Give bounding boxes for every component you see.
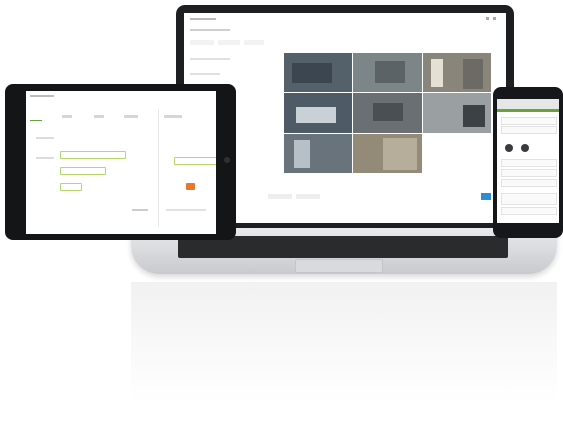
footer-button[interactable] [296,194,320,199]
filter-field[interactable] [190,40,214,45]
laptop-trackpad [295,259,383,273]
phone-avatar-icon[interactable] [521,144,529,152]
tablet-tab[interactable] [62,115,72,118]
laptop-reflection [131,282,557,402]
tablet-tab[interactable] [94,115,104,118]
tablet-footer-line [166,209,206,211]
app-title-line [190,18,216,20]
primary-button[interactable] [481,193,491,200]
tablet-tab[interactable] [124,115,138,118]
phone-header [497,99,559,109]
camera-feed-4[interactable] [284,93,353,133]
form-input[interactable] [60,183,82,191]
form-input[interactable] [174,157,216,165]
action-button[interactable] [186,183,195,190]
window-close-icon[interactable] [493,17,496,20]
phone-list-item[interactable] [501,159,557,167]
phone-avatar-icon[interactable] [505,144,513,152]
phone-list-item[interactable] [501,126,557,134]
camera-feed-3[interactable] [422,53,491,93]
phone-list-item[interactable] [501,117,557,125]
camera-grid [284,53,491,173]
camera-feed-9[interactable] [422,133,491,173]
phone-accent-bar [497,109,559,112]
footer-button[interactable] [268,194,292,199]
phone-screen [497,99,559,223]
phone-list-item[interactable] [501,179,557,187]
panel-divider [158,109,159,227]
tablet-screen [26,91,216,234]
tablet-tab[interactable] [30,113,42,121]
phone-list-item[interactable] [501,207,557,215]
camera-feed-7[interactable] [284,133,353,173]
tablet-footer-link[interactable] [132,209,148,211]
form-input[interactable] [60,151,126,159]
camera-feed-1[interactable] [284,53,353,93]
phone-list-item[interactable] [501,169,557,177]
form-input[interactable] [60,167,106,175]
camera-feed-5[interactable] [353,93,422,133]
screen-subtitle-line [190,29,230,31]
form-label [36,157,54,159]
phone-list-item[interactable] [501,193,557,205]
tablet-home-button[interactable] [224,157,230,163]
sidebar-item[interactable] [190,58,230,60]
filter-field[interactable] [244,40,264,45]
form-label [36,137,54,139]
tablet-title-line [30,95,54,97]
window-control-icon[interactable] [486,17,489,20]
camera-feed-8[interactable] [353,133,422,173]
filter-field[interactable] [218,40,240,45]
camera-feed-6[interactable] [422,93,491,133]
sidebar-item[interactable] [190,73,220,75]
camera-feed-2[interactable] [353,53,422,93]
tablet-tab[interactable] [164,115,182,118]
